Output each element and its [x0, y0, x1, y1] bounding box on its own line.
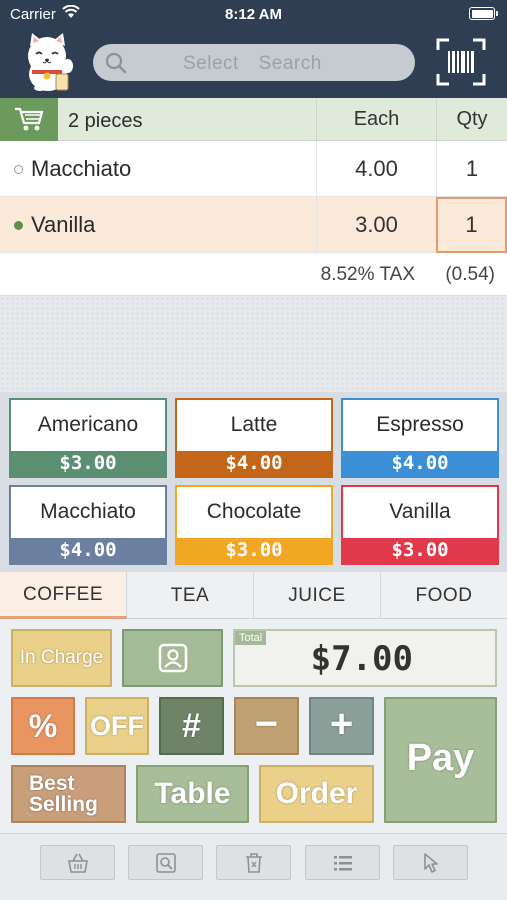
row-indicator-dot	[14, 165, 23, 174]
column-header-each: Each	[316, 98, 436, 141]
increase-button[interactable]: +	[309, 697, 374, 755]
list-icon	[334, 856, 352, 871]
customer-button[interactable]	[122, 629, 223, 687]
product-tile[interactable]: Espresso $4.00	[341, 398, 499, 478]
search-placeholder: Select Search	[183, 53, 322, 74]
off-discount-button[interactable]: OFF	[85, 697, 149, 755]
best-selling-button[interactable]: Best Selling	[11, 765, 126, 823]
product-name: Americano	[37, 413, 139, 436]
product-name: Espresso	[376, 413, 464, 436]
item-qty[interactable]: 1	[436, 141, 507, 197]
select-pointer-button[interactable]	[393, 845, 468, 880]
product-tile[interactable]: Americano $3.00	[9, 398, 167, 478]
table-button[interactable]: Table	[136, 765, 249, 823]
order-button[interactable]: Order	[259, 765, 374, 823]
percent-discount-button[interactable]: %	[11, 697, 75, 755]
item-each-price: 4.00	[316, 141, 436, 197]
item-name: Macchiato	[31, 156, 132, 181]
product-tile[interactable]: Vanilla $3.00	[341, 485, 499, 565]
pay-button[interactable]: Pay	[384, 697, 497, 823]
total-display: Total $7.00	[233, 629, 497, 687]
cart-piece-count: 2 pieces	[68, 110, 143, 132]
action-keypad: In Charge Total $7.00 % OFF # − + Pay Be…	[0, 619, 507, 833]
shopping-cart-icon	[15, 107, 44, 131]
list-button[interactable]	[305, 845, 380, 880]
in-charge-button[interactable]: In Charge	[11, 629, 112, 687]
tax-label: 8.52% TAX	[320, 264, 415, 285]
item-qty[interactable]: 1	[436, 197, 507, 253]
tax-value: (0.54)	[445, 264, 495, 285]
tab-tea[interactable]: TEA	[127, 572, 254, 619]
basket-button[interactable]	[40, 845, 115, 880]
product-price: $3.00	[11, 451, 165, 476]
tax-row: 8.52% TAX (0.54)	[0, 253, 507, 296]
cart-row[interactable]: Macchiato 4.00 1	[0, 141, 507, 197]
product-name: Chocolate	[206, 500, 302, 523]
product-price: $4.00	[177, 451, 331, 476]
zoom-button[interactable]	[128, 845, 203, 880]
delete-button[interactable]	[216, 845, 291, 880]
trash-icon	[246, 853, 262, 873]
product-name: Latte	[230, 413, 278, 436]
status-bar: Carrier 8:12 AM	[0, 0, 507, 28]
decrease-button[interactable]: −	[234, 697, 299, 755]
cart-empty-area	[0, 296, 507, 392]
item-each-price: 3.00	[316, 197, 436, 253]
bottom-toolbar	[0, 833, 507, 900]
product-price: $3.00	[177, 538, 331, 563]
basket-icon	[68, 853, 88, 873]
best-selling-label-line2: Selling	[29, 793, 98, 816]
zoom-icon	[156, 853, 176, 873]
barcode-scan-icon[interactable]	[436, 38, 486, 86]
product-grid: Americano $3.00 Latte $4.00 Espresso $4.…	[0, 392, 507, 572]
cursor-icon	[424, 853, 438, 873]
column-header-qty: Qty	[436, 98, 507, 141]
clock: 8:12 AM	[225, 6, 282, 23]
product-tile[interactable]: Macchiato $4.00	[9, 485, 167, 565]
cart-panel: 2 pieces Each Qty Macchiato 4.00 1 Vanil…	[0, 98, 507, 296]
total-value: $7.00	[310, 639, 413, 679]
product-name: Macchiato	[40, 500, 136, 523]
lucky-cat-logo-icon[interactable]	[20, 30, 76, 92]
tab-coffee[interactable]: COFFEE	[0, 572, 127, 619]
product-price: $3.00	[343, 538, 497, 563]
cart-header: 2 pieces Each Qty	[0, 98, 507, 141]
row-indicator-dot	[14, 221, 23, 230]
contact-card-icon	[158, 643, 188, 673]
cart-button[interactable]	[0, 98, 58, 141]
quantity-number-button[interactable]: #	[159, 697, 224, 755]
item-name: Vanilla	[31, 212, 96, 237]
product-price: $4.00	[343, 451, 497, 476]
product-tile[interactable]: Chocolate $3.00	[175, 485, 333, 565]
best-selling-label-line1: Best	[29, 772, 75, 795]
battery-icon	[469, 7, 498, 20]
cart-row-selected[interactable]: Vanilla 3.00 1	[0, 197, 507, 253]
total-label: Total	[235, 631, 267, 645]
search-bar[interactable]: Select Search	[93, 44, 415, 81]
category-tabs: COFFEE TEA JUICE FOOD	[0, 572, 507, 619]
tab-juice[interactable]: JUICE	[254, 572, 381, 619]
product-name: Vanilla	[389, 500, 451, 523]
search-icon	[105, 52, 127, 74]
tab-food[interactable]: FOOD	[381, 572, 507, 619]
product-tile[interactable]: Latte $4.00	[175, 398, 333, 478]
product-price: $4.00	[11, 538, 165, 563]
